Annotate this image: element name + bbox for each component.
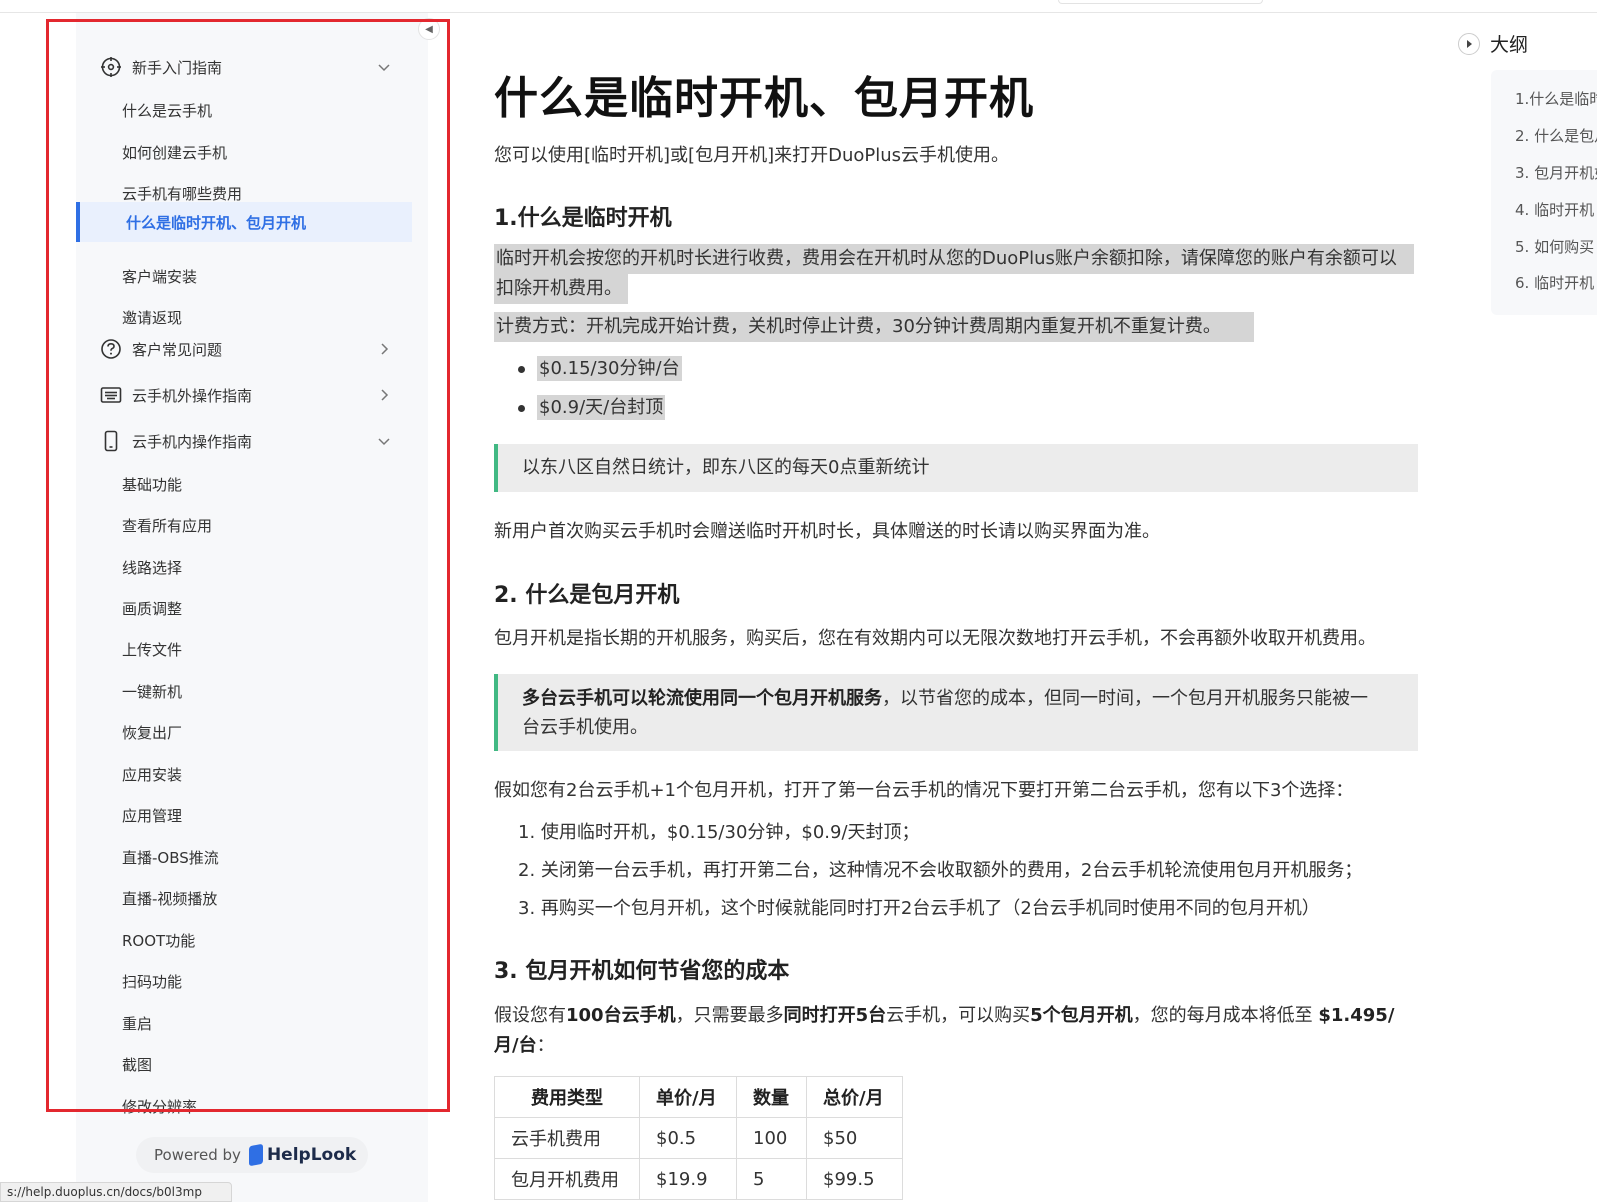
status-url-tooltip: s://help.duoplus.cn/docs/b0l3mp (0, 1182, 232, 1202)
sidebar-item-scan[interactable]: 扫码功能 (76, 961, 428, 1001)
brand-name: HelpLook (266, 1145, 357, 1165)
table-header: 单价/月 (639, 1076, 737, 1118)
sidebar-item-what-is-cloud-phone[interactable]: 什么是云手机 (76, 90, 428, 130)
sidebar-item-app-manage[interactable]: 应用管理 (76, 795, 428, 835)
sidebar-item-all-apps[interactable]: 查看所有应用 (76, 505, 428, 545)
table-cell: $99.5 (806, 1158, 903, 1200)
keyboard-icon (100, 387, 122, 403)
table-cell: 5 (736, 1158, 807, 1200)
section-heading-3: 3. 包月开机如何节省您的成本 (494, 959, 790, 984)
sidebar-group-getting-started[interactable]: 新手入门指南 (76, 47, 428, 87)
sidebar-item-quality[interactable]: 画质调整 (76, 588, 428, 628)
billing-method-paragraph: 计费方式：开机完成开始计费，关机时停止计费，30分钟计费周期内重复开机不重复计费… (494, 312, 1254, 342)
cost-table: 费用类型 单价/月 数量 总价/月 云手机费用 $0.5 100 $50 包月开… (494, 1076, 903, 1200)
caret-left-icon: ◀ (425, 23, 433, 35)
sidebar-item-route[interactable]: 线路选择 (76, 547, 428, 587)
sidebar-collapse-button[interactable]: ◀ (418, 18, 440, 40)
powered-by-label: Powered by (154, 1146, 241, 1164)
sidebar-item-client-install[interactable]: 客户端安装 (76, 256, 428, 296)
chevron-right-icon[interactable] (376, 387, 392, 403)
table-cell: $0.5 (639, 1117, 737, 1159)
intro-paragraph: 您可以使用[临时开机]或[包月开机]来打开DuoPlus云手机使用。 (494, 145, 1010, 166)
sidebar-item-factory-reset[interactable]: 恢复出厂 (76, 712, 428, 752)
table-cell: $19.9 (639, 1158, 737, 1200)
list-item: 2. 关闭第一台云手机，再打开第二台，这种情况不会收取额外的费用，2台云手机轮流… (518, 860, 1363, 881)
outline-item[interactable]: 6. 临时开机 (1515, 272, 1594, 293)
sidebar-item-restart[interactable]: 重启 (76, 1003, 428, 1043)
outline-title: 大纲 (1490, 34, 1529, 56)
chevron-down-icon[interactable] (376, 433, 392, 449)
list-item: 3. 再购买一个包月开机，这个时候就能同时打开2台云手机了（2台云手机同时使用不… (518, 898, 1320, 919)
outline-item[interactable]: 3. 包月开机如何节省您的成本 (1515, 162, 1597, 183)
sidebar-group-label: 新手入门指南 (132, 59, 223, 77)
blockquote-timezone: 以东八区自然日统计，即东八区的每天0点重新统计 (494, 444, 1418, 492)
sidebar-nav: 新手入门指南 什么是云手机 如何创建云手机 云手机有哪些费用 什么是临时开机、包… (76, 13, 428, 1118)
sidebar-group-label: 云手机外操作指南 (132, 387, 253, 405)
section-heading-2: 2. 什么是包月开机 (494, 583, 680, 608)
chevron-right-icon[interactable] (376, 341, 392, 357)
sidebar-item-upload[interactable]: 上传文件 (76, 629, 428, 669)
sidebar-item-root[interactable]: ROOT功能 (76, 920, 428, 960)
highlighted-paragraph-cont: 扣除开机费用。 (494, 274, 628, 304)
helplook-logo-icon (248, 1143, 263, 1167)
outline-panel: 1.什么是临时开机 2. 什么是包月开机 3. 包月开机如何节省您的成本 4. … (1491, 70, 1597, 315)
outline-header[interactable]: 大纲 (1458, 30, 1528, 57)
outline-item[interactable]: 2. 什么是包月开机 (1515, 125, 1597, 146)
outline-item[interactable]: 4. 临时开机 (1515, 199, 1594, 220)
sidebar-group-faq[interactable]: 客户常见问题 (76, 329, 428, 369)
table-cell: 包月开机费用 (494, 1158, 640, 1200)
table-header: 总价/月 (806, 1076, 903, 1118)
sidebar-item-obs[interactable]: 直播-OBS推流 (76, 837, 428, 877)
sidebar-item-new-device[interactable]: 一键新机 (76, 671, 428, 711)
savings-paragraph: 假设您有100台云手机，只需要最多同时打开5台云手机，可以购买5个包月开机，您的… (494, 1005, 1395, 1056)
table-header: 数量 (736, 1076, 807, 1118)
table-cell: $50 (806, 1117, 903, 1159)
sidebar-item-screenshot[interactable]: 截图 (76, 1044, 428, 1084)
article: 什么是临时开机、包月开机 您可以使用[临时开机]或[包月开机]来打开DuoPlu… (494, 0, 1434, 1202)
section-heading-1: 1.什么是临时开机 (494, 206, 672, 231)
table-row: 云手机费用 $0.5 100 $50 (494, 1117, 903, 1159)
sidebar-item-temp-monthly-boot[interactable]: 什么是临时开机、包月开机 (76, 202, 412, 242)
list-item: 1. 使用临时开机，$0.15/30分钟，$0.9/天封顶； (518, 822, 920, 843)
sidebar-item-create-cloud-phone[interactable]: 如何创建云手机 (76, 132, 428, 172)
sidebar-group-outside-guide[interactable]: 云手机外操作指南 (76, 375, 428, 415)
table-cell: 100 (736, 1117, 807, 1159)
outline-item[interactable]: 5. 如何购买 (1515, 236, 1594, 257)
powered-by-badge[interactable]: Powered by HelpLook (136, 1137, 368, 1173)
list-item: $0.15/30分钟/台 (518, 354, 682, 381)
sidebar-item-resolution[interactable]: 修改分辨率 (76, 1086, 428, 1118)
sidebar-item-app-install[interactable]: 应用安装 (76, 754, 428, 794)
highlighted-paragraph: 临时开机会按您的开机时长进行收费，费用会在开机时从您的DuoPlus账户余额扣除… (494, 244, 1414, 274)
sidebar-group-label: 云手机内操作指南 (132, 433, 253, 451)
blockquote-multi-phone: 多台云手机可以轮流使用同一个包月开机服务，以节省您的成本，但同一时间，一个包月开… (494, 674, 1418, 751)
monthly-boot-paragraph: 包月开机是指长期的开机服务，购买后，您在有效期内可以无限次数地打开云手机，不会再… (494, 628, 1376, 649)
table-header: 费用类型 (494, 1076, 640, 1118)
list-item: $0.9/天/台封顶 (518, 393, 666, 420)
table-row: 包月开机费用 $19.9 5 $99.5 (494, 1158, 903, 1200)
phone-icon (104, 430, 118, 452)
page-title: 什么是临时开机、包月开机 (494, 73, 1034, 124)
chevron-down-icon[interactable] (376, 59, 392, 75)
sidebar: 新手入门指南 什么是云手机 如何创建云手机 云手机有哪些费用 什么是临时开机、包… (76, 13, 428, 1202)
scenario-paragraph: 假如您有2台云手机+1个包月开机，打开了第一台云手机的情况下要打开第二台云手机，… (494, 780, 1354, 801)
sidebar-group-inside-guide[interactable]: 云手机内操作指南 (76, 421, 428, 461)
table-header-row: 费用类型 单价/月 数量 总价/月 (494, 1076, 903, 1118)
new-user-paragraph: 新用户首次购买云手机时会赠送临时开机时长，具体赠送的时长请以购买界面为准。 (494, 521, 1160, 542)
sidebar-group-label: 客户常见问题 (132, 341, 223, 359)
outline-item[interactable]: 1.什么是临时开机 (1515, 88, 1597, 109)
helplook-logo: HelpLook (248, 1143, 357, 1167)
question-circle-icon (101, 339, 121, 359)
table-cell: 云手机费用 (494, 1117, 640, 1159)
outline-toggle-icon[interactable] (1458, 32, 1480, 55)
compass-icon (101, 57, 121, 77)
sidebar-item-video[interactable]: 直播-视频播放 (76, 878, 428, 918)
sidebar-item-basic[interactable]: 基础功能 (76, 464, 428, 504)
